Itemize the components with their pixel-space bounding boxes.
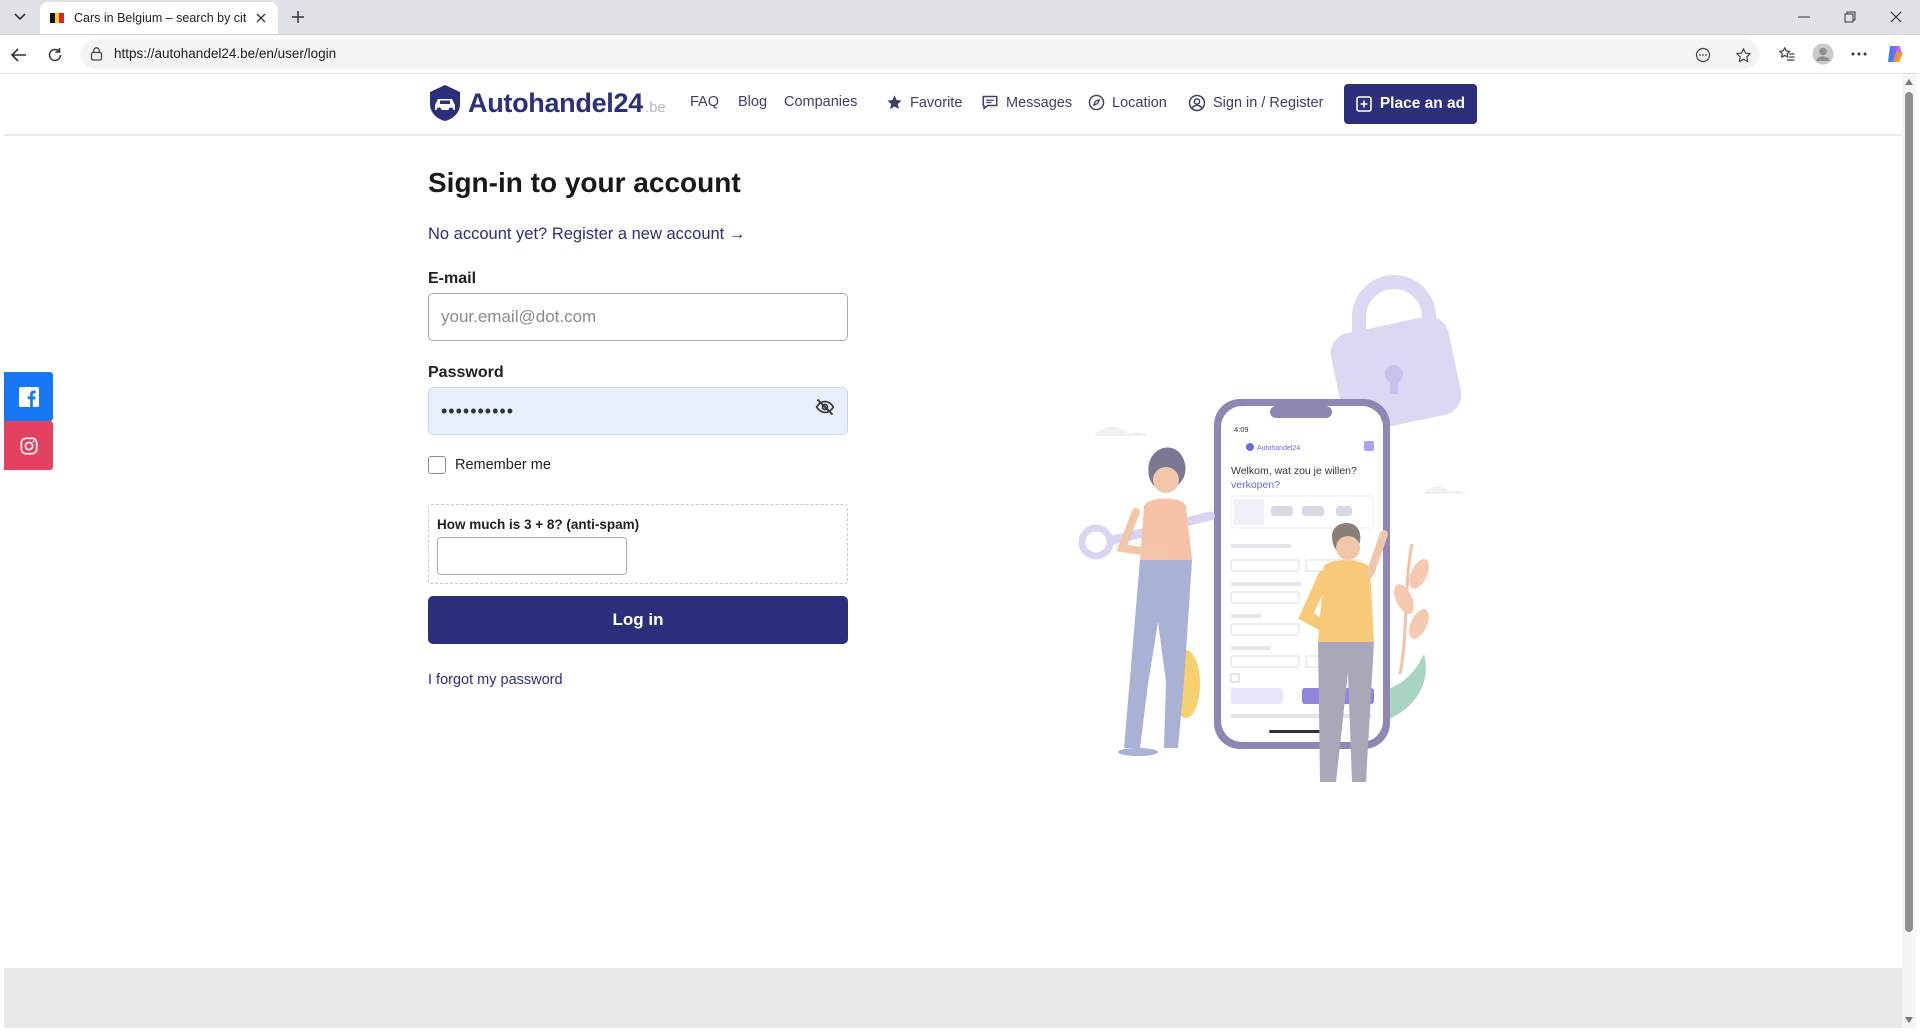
phone-heading-accent: verkopen? [1231, 479, 1280, 491]
facebook-share-button[interactable] [4, 372, 53, 421]
nav-messages[interactable]: Messages [981, 94, 1072, 111]
phone-brand: Autohandel24 [1257, 445, 1300, 452]
remember-me-label: Remember me [455, 457, 551, 473]
nav-signin-register[interactable]: Sign in / Register [1188, 94, 1323, 112]
login-illustration: 4:09 Autohandel24 Welkom, wat zou je wil… [1078, 275, 1466, 782]
phone-time: 4:09 [1234, 425, 1249, 434]
footer [4, 968, 1902, 1028]
tab-title: Cars in Belgium – search by city, b [74, 11, 246, 25]
anti-spam-input[interactable] [437, 537, 627, 575]
plus-icon [292, 11, 304, 23]
reload-icon [48, 48, 62, 62]
nav-messages-label: Messages [1006, 94, 1073, 111]
cloud-illustration [1424, 486, 1466, 494]
new-tab-button[interactable] [286, 6, 310, 28]
more-options-icon[interactable] [1846, 41, 1872, 67]
forgot-password-link[interactable]: I forgot my password [428, 672, 563, 688]
message-icon [982, 95, 998, 110]
email-label: E-mail [428, 270, 477, 287]
nav-blog[interactable]: Blog [738, 94, 767, 110]
nav-signin-label: Sign in / Register [1213, 95, 1324, 111]
back-button[interactable] [6, 42, 32, 68]
scroll-up-arrow-icon[interactable] [1905, 78, 1913, 86]
anti-spam-box: How much is 3 + 8? (anti-spam) [428, 504, 848, 584]
url-text: https://autohandel24.be/en/user/login [114, 46, 337, 61]
instagram-share-button[interactable] [4, 421, 53, 470]
page-viewport: Autohandel24 .be FAQ Blog Companies Favo… [4, 74, 1902, 1028]
remember-me-checkbox[interactable] [428, 456, 446, 474]
nav-favorite-label: Favorite [910, 94, 963, 111]
minimize-icon [1798, 16, 1810, 18]
login-button[interactable]: Log in [428, 596, 848, 644]
close-icon [1890, 11, 1902, 23]
place-ad-button[interactable]: Place an ad [1344, 84, 1477, 124]
chevron-down-icon [14, 13, 26, 21]
remember-me-row: Remember me [428, 456, 551, 474]
logo-text: Autohandel24 [468, 87, 643, 118]
add-favorite-star-icon[interactable] [1732, 44, 1754, 66]
logo-tld: .be [644, 98, 666, 116]
copilot-icon[interactable] [1882, 41, 1908, 67]
anti-spam-question: How much is 3 + 8? (anti-spam) [437, 517, 640, 532]
car-badge-logo-icon [430, 85, 460, 121]
phone-heading: Welkom, wat zou je willen? [1231, 465, 1357, 477]
site-header: Autohandel24 .be FAQ Blog Companies Favo… [4, 74, 1902, 136]
password-field[interactable] [428, 387, 848, 435]
site-info-icon[interactable] [90, 46, 103, 66]
reload-button[interactable] [42, 42, 68, 68]
plus-square-icon [1356, 96, 1372, 112]
profile-avatar-icon[interactable] [1810, 41, 1836, 67]
tab-actions-menu-button[interactable] [6, 5, 34, 29]
arrow-left-icon [11, 48, 26, 62]
nav-companies[interactable]: Companies [784, 94, 857, 110]
belgium-flag-favicon [50, 13, 65, 23]
compass-icon [1088, 94, 1105, 111]
hide-password-icon[interactable] [814, 396, 836, 418]
cloud-illustration [1094, 426, 1148, 436]
reading-mode-icon[interactable] [1692, 44, 1714, 66]
nav-favorite[interactable]: Favorite [886, 94, 962, 111]
nav-location[interactable]: Location [1088, 94, 1167, 111]
browser-tab-active[interactable]: Cars in Belgium – search by city, b [40, 2, 278, 34]
password-label: Password [428, 364, 504, 381]
browser-toolbar: https://autohandel24.be/en/user/login [0, 35, 1920, 74]
address-bar[interactable]: https://autohandel24.be/en/user/login [80, 39, 1760, 69]
close-tab-icon[interactable] [252, 9, 270, 27]
page-title: Sign-in to your account [428, 167, 741, 198]
place-ad-label: Place an ad [1379, 95, 1466, 112]
instagram-icon [20, 437, 37, 454]
site-logo[interactable]: Autohandel24 .be [428, 84, 666, 122]
favorites-icon[interactable] [1774, 41, 1800, 67]
facebook-icon [18, 386, 39, 407]
star-icon [887, 95, 902, 110]
minimize-window-button[interactable] [1782, 0, 1826, 34]
browser-tab-strip: Cars in Belgium – search by city, b [0, 0, 1920, 35]
scrollbar-thumb[interactable] [1905, 92, 1913, 932]
close-window-button[interactable] [1874, 0, 1918, 34]
page-scrollbar[interactable] [1902, 74, 1916, 1028]
woman-with-key-illustration [1078, 447, 1215, 756]
email-field[interactable] [428, 293, 848, 341]
restore-window-button[interactable] [1828, 0, 1872, 34]
user-circle-icon [1188, 94, 1206, 112]
restore-icon [1844, 11, 1856, 23]
nav-location-label: Location [1112, 94, 1167, 111]
scroll-down-arrow-icon[interactable] [1905, 1016, 1913, 1024]
register-link[interactable]: No account yet? Register a new account → [428, 225, 745, 244]
nav-faq[interactable]: FAQ [690, 94, 719, 110]
